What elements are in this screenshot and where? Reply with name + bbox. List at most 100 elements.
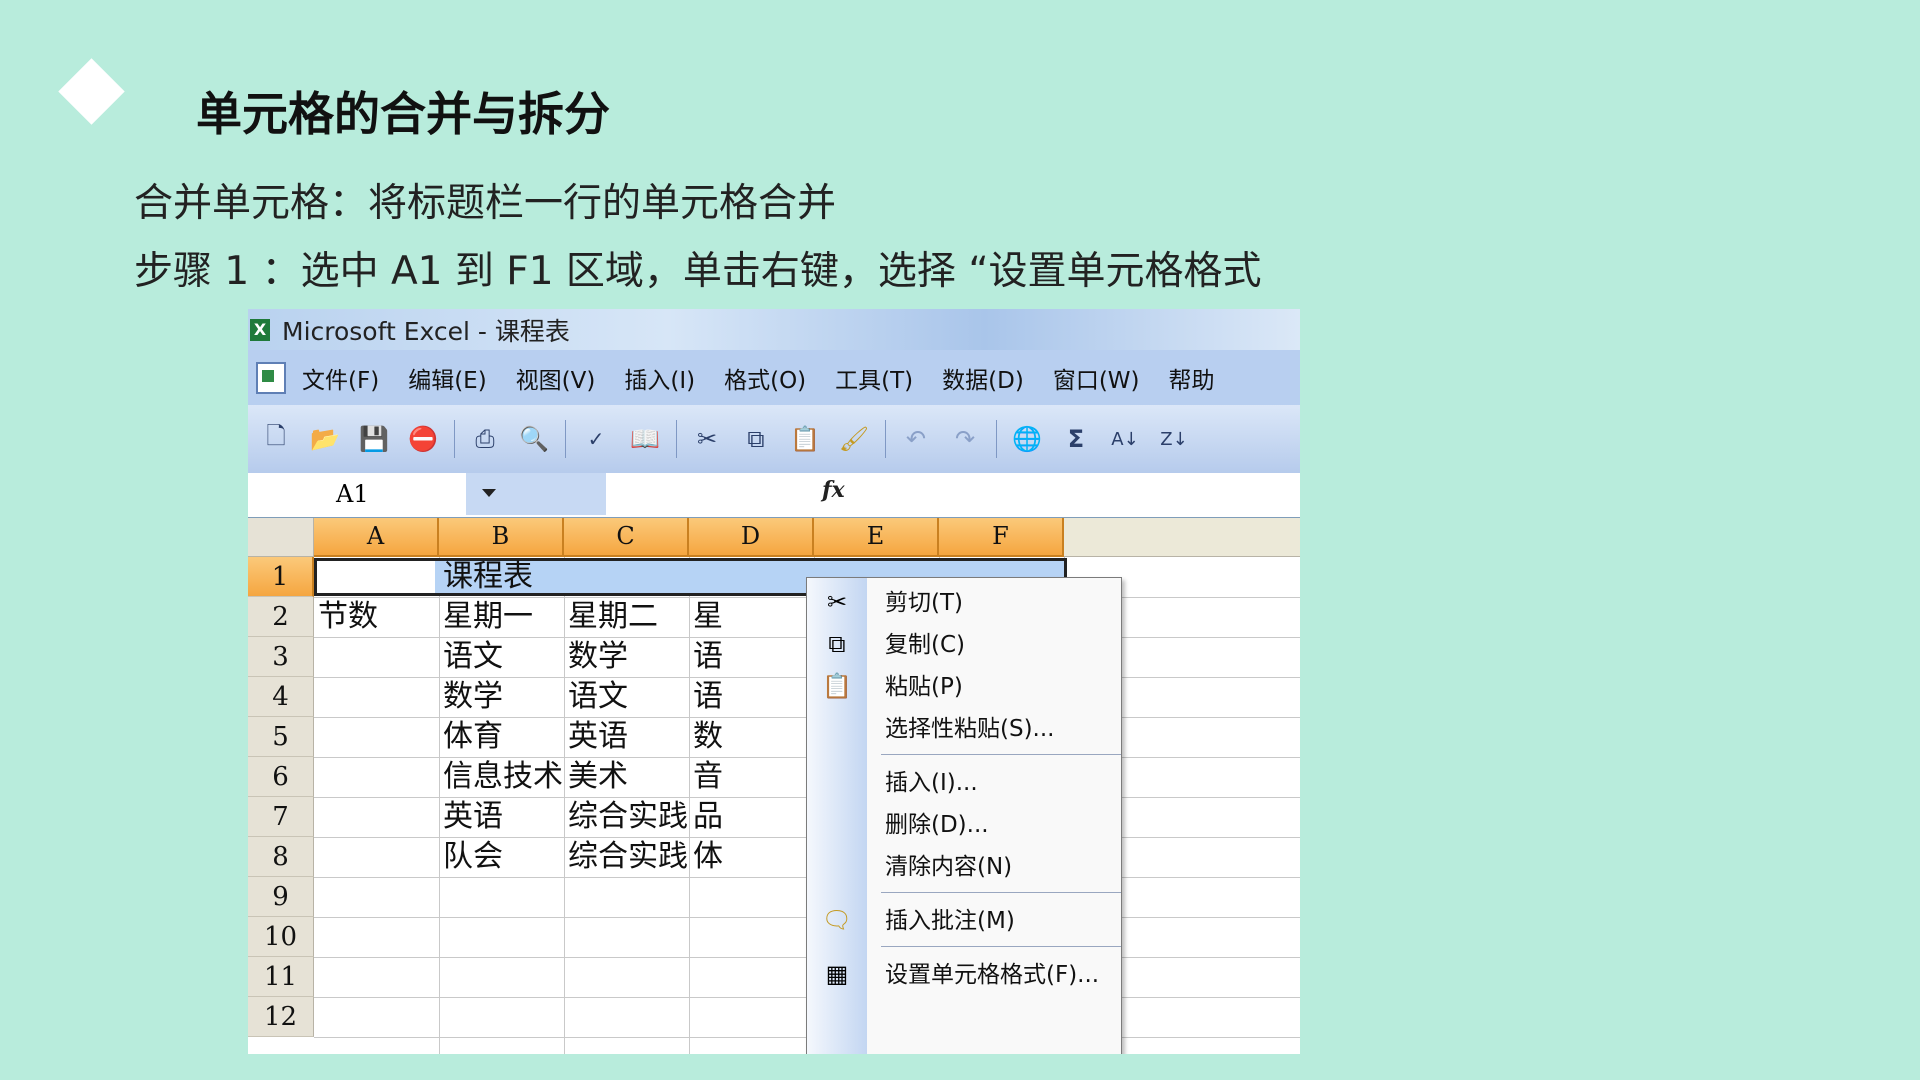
excel-window: X Microsoft Excel - 课程表 文件(F) 编辑(E) 视图(V… [248, 309, 1300, 1054]
toolbar-separator [454, 420, 455, 458]
worksheet-grid: A B C D E F 1 2 3 4 5 6 7 8 9 10 11 12 课… [248, 518, 1300, 1054]
print-preview-icon[interactable]: 🔍 [516, 421, 552, 457]
slide-title: 单元格的合并与拆分 [196, 87, 610, 141]
menu-format[interactable]: 格式(O) [724, 361, 806, 395]
row-header-11[interactable]: 11 [248, 957, 314, 997]
context-insert-comment[interactable]: 插入批注(M) [867, 898, 1121, 944]
select-all-corner[interactable] [248, 518, 314, 557]
cell-d6[interactable]: 音 [689, 757, 729, 797]
column-header-e[interactable]: E [814, 518, 939, 557]
redo-icon[interactable]: ↷ [947, 421, 983, 457]
undo-icon[interactable]: ↶ [898, 421, 934, 457]
sort-ascending-icon[interactable]: A↓ [1107, 421, 1143, 457]
cell-b2[interactable]: 星期一 [439, 597, 564, 637]
toolbar-separator [565, 420, 566, 458]
menu-data[interactable]: 数据(D) [942, 361, 1024, 395]
name-box-value: A1 [336, 480, 369, 508]
row-header-12[interactable]: 12 [248, 997, 314, 1037]
copy-icon: ⧉ [828, 630, 846, 658]
row-header-3[interactable]: 3 [248, 637, 314, 677]
column-header-a[interactable]: A [314, 518, 439, 557]
open-icon[interactable]: 📂 [307, 421, 343, 457]
context-menu-separator [881, 754, 1121, 755]
row-header-6[interactable]: 6 [248, 757, 314, 797]
cell-c7[interactable]: 综合实践 [564, 797, 689, 837]
menu-edit[interactable]: 编辑(E) [408, 361, 486, 395]
column-header-c[interactable]: C [564, 518, 689, 557]
copy-icon[interactable]: ⧉ [738, 421, 774, 457]
name-box-dropdown[interactable]: fx [466, 473, 845, 515]
workbook-icon[interactable] [256, 361, 286, 394]
cut-icon[interactable]: ✂ [689, 421, 725, 457]
row-header-4[interactable]: 4 [248, 677, 314, 717]
cell-b7[interactable]: 英语 [439, 797, 564, 837]
menu-tools[interactable]: 工具(T) [835, 361, 913, 395]
row-header-10[interactable]: 10 [248, 917, 314, 957]
paste-icon[interactable]: 📋 [787, 421, 823, 457]
cell-c5[interactable]: 英语 [564, 717, 689, 757]
sort-descending-icon[interactable]: Z↓ [1156, 421, 1192, 457]
autosum-icon[interactable]: Σ [1058, 421, 1094, 457]
context-menu-separator [881, 946, 1121, 947]
context-insert[interactable]: 插入(I)... [867, 760, 1121, 806]
cell-b5[interactable]: 体育 [439, 717, 564, 757]
row-header-2[interactable]: 2 [248, 597, 314, 637]
menu-file[interactable]: 文件(F) [302, 361, 379, 395]
cell-c4[interactable]: 语文 [564, 677, 689, 717]
context-delete[interactable]: 删除(D)... [867, 802, 1121, 848]
scissors-icon: ✂ [826, 588, 848, 616]
cell-d7[interactable]: 品 [689, 797, 729, 837]
toolbar-separator [676, 420, 677, 458]
context-format-cells[interactable]: 设置单元格格式(F)... [867, 952, 1121, 998]
cell-d8[interactable]: 体 [689, 837, 729, 877]
menu-bar: 文件(F) 编辑(E) 视图(V) 插入(I) 格式(O) 工具(T) 数据(D… [248, 350, 1300, 405]
cell-d2[interactable]: 星 [689, 597, 729, 637]
cell-b4[interactable]: 数学 [439, 677, 564, 717]
row-header-9[interactable]: 9 [248, 877, 314, 917]
context-copy[interactable]: 复制(C) [867, 622, 1121, 668]
row-header-8[interactable]: 8 [248, 837, 314, 877]
format-painter-icon[interactable]: 🖌 [836, 421, 872, 457]
cell-c8[interactable]: 综合实践 [564, 837, 689, 877]
column-header-d[interactable]: D [689, 518, 814, 557]
cell-d3[interactable]: 语 [689, 637, 729, 677]
standard-toolbar: 🗋 📂 💾 ⛔ ⎙ 🔍 ✓ 📖 ✂ ⧉ 📋 🖌 ↶ ↷ 🌐 Σ A↓ Z↓ [248, 405, 1300, 473]
save-icon[interactable]: 💾 [356, 421, 392, 457]
cell-c6[interactable]: 美术 [564, 757, 689, 797]
context-cut[interactable]: 剪切(T) [867, 580, 1121, 626]
cell-d5[interactable]: 数 [689, 717, 729, 757]
menu-help[interactable]: 帮助 [1169, 361, 1215, 395]
new-icon[interactable]: 🗋 [258, 421, 294, 457]
column-header-b[interactable]: B [439, 518, 564, 557]
permission-icon[interactable]: ⛔ [405, 421, 441, 457]
hyperlink-icon[interactable]: 🌐 [1009, 421, 1045, 457]
cell-b1[interactable]: 课程表 [439, 557, 564, 597]
cell-b6[interactable]: 信息技术 [439, 757, 564, 797]
active-cell[interactable] [317, 561, 435, 593]
row-header-5[interactable]: 5 [248, 717, 314, 757]
research-icon[interactable]: 📖 [627, 421, 663, 457]
row-header-7[interactable]: 7 [248, 797, 314, 837]
format-cells-icon: ▦ [825, 960, 849, 988]
excel-app-icon: X [250, 318, 270, 341]
cell-d4[interactable]: 语 [689, 677, 729, 717]
context-paste[interactable]: 粘贴(P) [867, 664, 1121, 710]
print-icon[interactable]: ⎙ [467, 421, 503, 457]
menu-view[interactable]: 视图(V) [516, 361, 596, 395]
insert-function-icon[interactable]: fx [822, 477, 845, 503]
name-box[interactable]: A1 [248, 473, 466, 515]
body-text-line-1: 合并单元格：将标题栏一行的单元格合并 [134, 181, 837, 226]
context-paste-special[interactable]: 选择性粘贴(S)... [867, 706, 1121, 752]
cell-c3[interactable]: 数学 [564, 637, 689, 677]
spelling-icon[interactable]: ✓ [578, 421, 614, 457]
column-header-f[interactable]: F [939, 518, 1064, 557]
cell-b8[interactable]: 队会 [439, 837, 564, 877]
row-header-1[interactable]: 1 [248, 557, 314, 597]
context-clear-contents[interactable]: 清除内容(N) [867, 844, 1121, 890]
menu-insert[interactable]: 插入(I) [624, 361, 695, 395]
cell-a2[interactable]: 节数 [314, 597, 439, 637]
menu-window[interactable]: 窗口(W) [1053, 361, 1140, 395]
context-menu-separator [881, 892, 1121, 893]
cell-b3[interactable]: 语文 [439, 637, 564, 677]
cell-c2[interactable]: 星期二 [564, 597, 689, 637]
